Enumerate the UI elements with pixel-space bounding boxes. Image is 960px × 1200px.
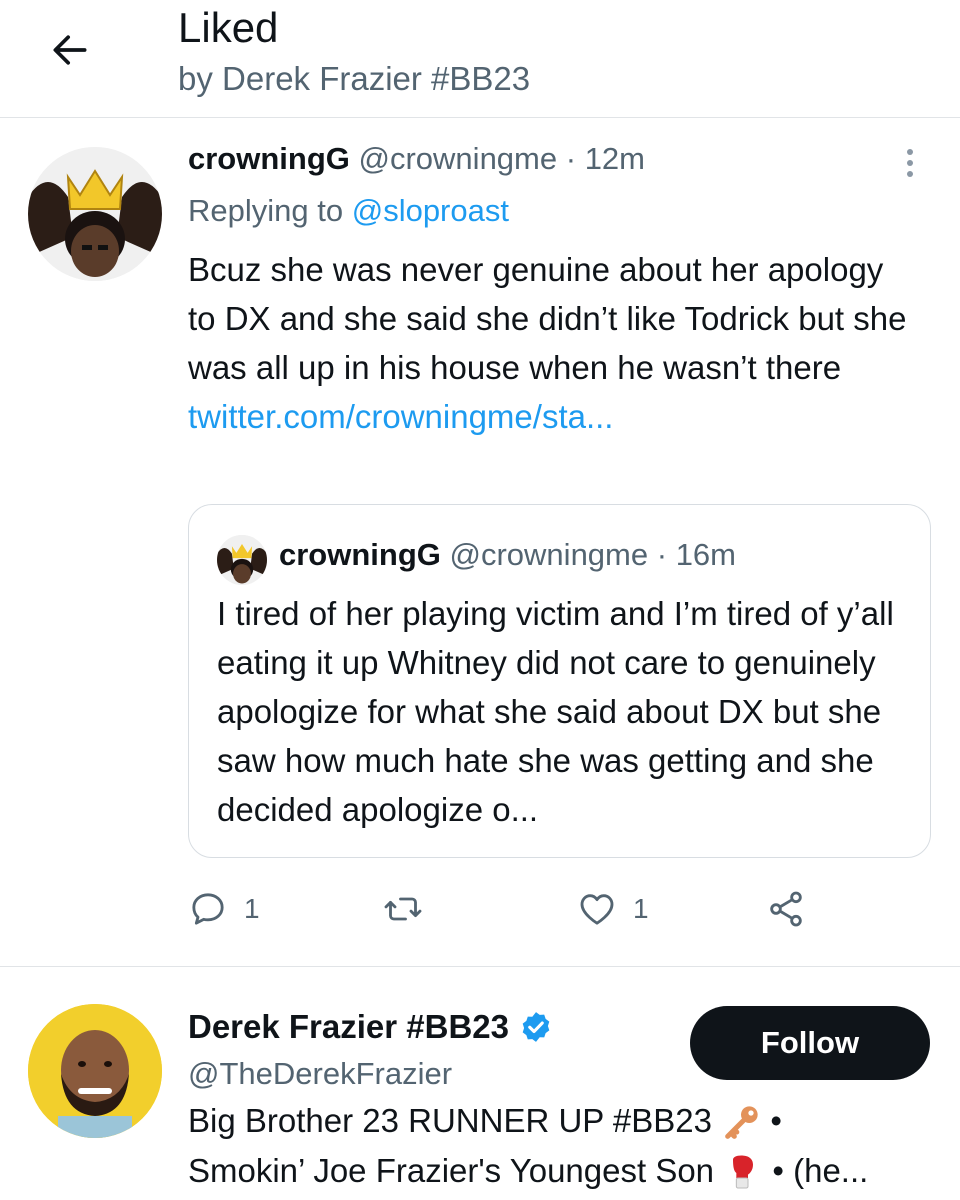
bio-text-1: Big Brother 23 RUNNER UP #BB23 <box>188 1102 712 1139</box>
avatar-image <box>28 1004 162 1138</box>
quote-header: crowningG @crowningme · 16m <box>279 537 736 573</box>
quote-avatar <box>217 535 267 585</box>
more-vertical-icon <box>907 149 913 155</box>
author-name[interactable]: crowningG <box>188 141 350 176</box>
avatar-image <box>217 535 267 585</box>
quote-author-name: crowningG <box>279 537 441 572</box>
boxing-glove-icon <box>733 1155 754 1189</box>
more-dot <box>907 171 913 177</box>
tweet-link[interactable]: twitter.com/crowningme/sta... <box>188 398 613 435</box>
key-icon <box>725 1106 758 1140</box>
more-options-button[interactable] <box>900 143 920 183</box>
profile-name[interactable]: Derek Frazier #BB23 <box>188 1008 553 1046</box>
bio-text-2: Smokin’ Joe Frazier's Youngest Son <box>188 1152 715 1189</box>
bio-tail-2: • (he... <box>772 1152 869 1189</box>
profile-avatar[interactable] <box>28 1004 162 1138</box>
bio-bullet-1: • <box>770 1102 782 1139</box>
profile-bio: Big Brother 23 RUNNER UP #BB23 • Smokin’… <box>188 1096 948 1196</box>
quote-author-handle: @crowningme <box>449 537 649 572</box>
avatar[interactable] <box>28 147 162 281</box>
back-button[interactable] <box>44 24 96 76</box>
bio-line-1: Big Brother 23 RUNNER UP #BB23 • <box>188 1096 948 1146</box>
tweet-body: Bcuz she was never genuine about her apo… <box>188 251 907 386</box>
tweet[interactable]: crowningG @crowningme · 12m Replying to … <box>0 119 960 967</box>
retweet-button[interactable] <box>382 884 440 934</box>
arrow-left-icon <box>53 35 87 65</box>
profile-name-text: Derek Frazier #BB23 <box>188 1008 510 1045</box>
reply-count: 1 <box>244 893 260 924</box>
tweet-text: Bcuz she was never genuine about her apo… <box>188 245 918 441</box>
replying-to: Replying to @sloproast <box>188 193 509 229</box>
verified-badge-icon <box>522 1012 550 1042</box>
share-button[interactable] <box>766 884 806 934</box>
replying-mention[interactable]: @sloproast <box>352 193 509 228</box>
author-handle[interactable]: @crowningme <box>359 141 558 176</box>
page-header: Liked by Derek Frazier #BB23 <box>0 0 960 118</box>
replying-prefix: Replying to <box>188 193 344 228</box>
share-icon <box>770 891 802 927</box>
tweet-header: crowningG @crowningme · 12m <box>188 141 645 177</box>
profile-handle[interactable]: @TheDerekFrazier <box>188 1056 452 1092</box>
avatar-image <box>28 147 162 281</box>
follow-button[interactable]: Follow <box>690 1006 930 1080</box>
user-card[interactable]: Derek Frazier #BB23 @TheDerekFrazier Fol… <box>0 968 960 1200</box>
like-count: 1 <box>633 893 649 924</box>
bio-line-2: Smokin’ Joe Frazier's Youngest Son • (he… <box>188 1146 948 1196</box>
more-dot <box>907 160 913 166</box>
quote-text: I tired of her playing victim and I’m ti… <box>217 595 894 828</box>
like-button[interactable]: 1 <box>577 884 649 934</box>
separator: · <box>656 537 668 572</box>
quoted-tweet[interactable]: crowningG @crowningme · 16m I tired of h… <box>188 504 931 858</box>
page-title: Liked <box>178 4 279 51</box>
tweet-time[interactable]: 12m <box>585 141 645 176</box>
quote-time: 16m <box>675 537 736 572</box>
comment-icon <box>192 893 224 925</box>
heart-icon <box>580 894 614 925</box>
page-subtitle: by Derek Frazier #BB23 <box>178 60 531 97</box>
reply-button[interactable]: 1 <box>188 884 260 934</box>
retweet-icon <box>384 897 422 921</box>
tweet-actions: 1 1 <box>188 884 928 934</box>
separator: · <box>565 141 577 176</box>
